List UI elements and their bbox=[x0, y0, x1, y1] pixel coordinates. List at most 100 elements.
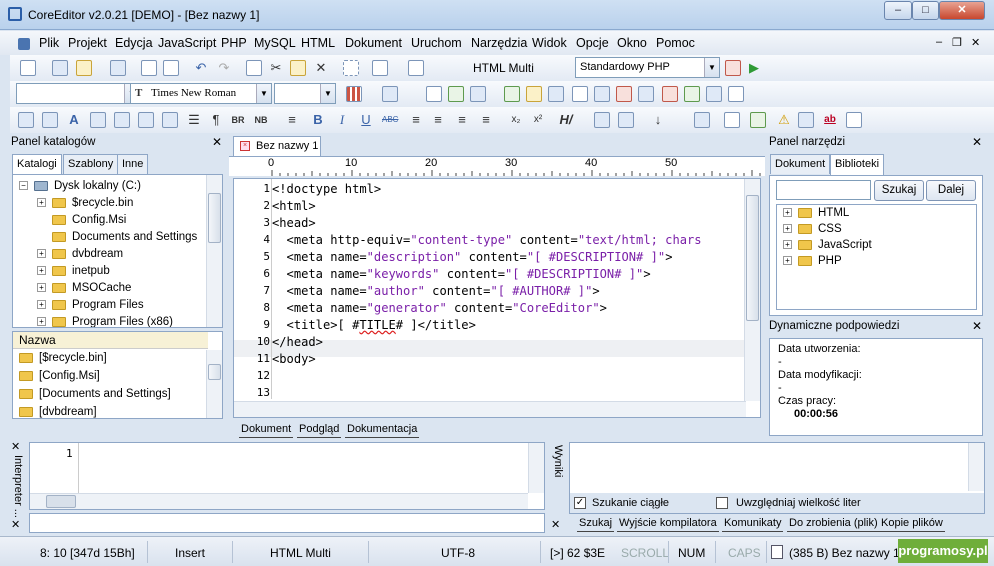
editor-tab[interactable]: × Bez nazwy 1 bbox=[233, 136, 321, 156]
mdi-minimize-icon[interactable]: – bbox=[936, 36, 942, 48]
nbsp-icon[interactable]: NB bbox=[253, 112, 269, 128]
library-item[interactable]: + HTML bbox=[783, 205, 849, 222]
interpreter-editor[interactable]: 1 bbox=[29, 442, 545, 510]
brand-badge[interactable]: programosy.pl bbox=[898, 539, 988, 563]
outdent-icon[interactable] bbox=[408, 60, 424, 76]
tree-item[interactable]: + Program Files (x86) bbox=[37, 314, 173, 327]
tree-item[interactable]: Config.Msi bbox=[37, 212, 126, 229]
file-item[interactable]: [Documents and Settings] bbox=[19, 386, 171, 403]
interpreter-vscrollbar[interactable] bbox=[528, 443, 544, 493]
style-select[interactable]: ▼ bbox=[16, 83, 140, 104]
insert-mode[interactable]: Insert bbox=[175, 546, 205, 560]
expand-icon[interactable]: + bbox=[37, 249, 46, 259]
pilcrow-icon[interactable]: ¶ bbox=[208, 112, 224, 128]
subscript-icon[interactable]: x₂ bbox=[508, 112, 524, 128]
close-icon[interactable]: ✕ bbox=[11, 440, 20, 453]
search-icon[interactable] bbox=[798, 112, 814, 128]
table3-icon[interactable] bbox=[594, 112, 610, 128]
tab-dokument[interactable]: Dokument bbox=[770, 154, 831, 174]
mode-label[interactable]: HTML Multi bbox=[473, 61, 534, 75]
tree-item[interactable]: Documents and Settings bbox=[37, 229, 197, 246]
scroll-thumb[interactable] bbox=[746, 195, 759, 321]
tab-komunikaty[interactable]: Komunikaty bbox=[722, 516, 784, 532]
file-list-scrollbar[interactable] bbox=[206, 350, 222, 418]
close-button[interactable]: ✕ bbox=[939, 1, 985, 20]
continuous-search-checkbox[interactable]: ✓ bbox=[574, 497, 586, 509]
edit-icon[interactable] bbox=[846, 112, 862, 128]
menu-html[interactable]: HTML bbox=[301, 36, 335, 50]
print-icon[interactable] bbox=[163, 60, 179, 76]
expand-icon[interactable]: + bbox=[37, 266, 46, 276]
bold-icon[interactable]: B bbox=[310, 112, 326, 128]
copy-icon[interactable] bbox=[246, 60, 262, 76]
menu-plik[interactable]: Plik bbox=[39, 36, 59, 50]
menu-okno[interactable]: Okno bbox=[617, 36, 647, 50]
tab-szablony[interactable]: Szablony bbox=[63, 154, 119, 174]
select-all-icon[interactable] bbox=[343, 60, 359, 76]
anchor-icon[interactable] bbox=[526, 86, 542, 102]
underline-icon[interactable]: U bbox=[358, 112, 374, 128]
tab-szukaj[interactable]: Szukaj bbox=[577, 516, 615, 532]
image2-icon[interactable] bbox=[42, 112, 58, 128]
list-icon[interactable] bbox=[638, 86, 654, 102]
next-button[interactable]: Dalej bbox=[926, 180, 976, 201]
scroll-thumb[interactable] bbox=[46, 495, 76, 508]
print-preview-icon[interactable] bbox=[141, 60, 157, 76]
cut-icon[interactable]: ✂ bbox=[268, 60, 284, 76]
table2-icon[interactable] bbox=[90, 112, 106, 128]
close-icon[interactable]: ✕ bbox=[972, 134, 982, 150]
interpreter-input[interactable] bbox=[29, 513, 545, 533]
properties-icon[interactable] bbox=[728, 86, 744, 102]
tree-item[interactable]: + Program Files bbox=[37, 297, 144, 314]
font-size-select[interactable]: ▼ bbox=[274, 83, 336, 104]
menu-pomoc[interactable]: Pomoc bbox=[656, 36, 695, 50]
font-select[interactable]: T Times New Roman ▼ bbox=[130, 83, 272, 104]
indent-icon[interactable] bbox=[372, 60, 388, 76]
menu-dokument[interactable]: Dokument bbox=[345, 36, 402, 50]
menu-php[interactable]: PHP bbox=[221, 36, 247, 50]
tab-todo[interactable]: Do zrobienia (plik) bbox=[787, 516, 880, 532]
php-version-select[interactable]: Standardowy PHP ▼ bbox=[575, 57, 720, 78]
file-item[interactable]: [Config.Msi] bbox=[19, 368, 100, 385]
new-file-icon[interactable] bbox=[20, 60, 36, 76]
open-folder-icon[interactable] bbox=[76, 60, 92, 76]
hourglass-icon[interactable] bbox=[725, 60, 741, 76]
form-icon[interactable] bbox=[448, 86, 464, 102]
paragraph-icon[interactable] bbox=[572, 86, 588, 102]
form2-icon[interactable] bbox=[114, 112, 130, 128]
search-button[interactable]: Szukaj bbox=[874, 180, 924, 201]
mdi-close-icon[interactable]: ✕ bbox=[971, 36, 980, 49]
tab-katalogi[interactable]: Katalogi bbox=[12, 154, 62, 175]
tab-inne[interactable]: Inne bbox=[117, 154, 149, 174]
editor-hscrollbar[interactable] bbox=[234, 401, 746, 417]
menu-narzedzia[interactable]: Narzędzia bbox=[471, 36, 527, 50]
interpreter-hscrollbar[interactable] bbox=[30, 493, 528, 509]
menu-uruchom[interactable]: Uruchom bbox=[411, 36, 462, 50]
menu-edycja[interactable]: Edycja bbox=[115, 36, 153, 50]
comment-icon[interactable]: ≡ bbox=[284, 112, 300, 128]
tree-root[interactable]: − Dysk lokalny (C:) bbox=[19, 178, 141, 195]
align-left-icon[interactable]: ≡ bbox=[408, 112, 424, 128]
tab-compiler-output[interactable]: Wyjście kompilatora bbox=[617, 516, 719, 532]
page-icon[interactable] bbox=[426, 86, 442, 102]
tree-item[interactable]: + MSOCache bbox=[37, 280, 131, 297]
spellcheck-icon[interactable]: ab bbox=[822, 112, 838, 128]
file-item[interactable]: [$recycle.bin] bbox=[19, 350, 107, 367]
br-icon[interactable]: BR bbox=[230, 112, 246, 128]
validate-icon[interactable] bbox=[724, 112, 740, 128]
expand-icon[interactable]: + bbox=[783, 240, 792, 250]
tab-dokument[interactable]: Dokument bbox=[239, 422, 294, 438]
scroll-thumb[interactable] bbox=[208, 364, 221, 380]
expand-icon[interactable]: + bbox=[37, 283, 46, 293]
tab-dokumentacja[interactable]: Dokumentacja bbox=[345, 422, 420, 438]
color-icon[interactable] bbox=[616, 86, 632, 102]
library-search-input[interactable] bbox=[776, 180, 871, 200]
font-a-icon[interactable]: A bbox=[66, 112, 82, 128]
tree-item[interactable]: + $recycle.bin bbox=[37, 195, 133, 212]
close-icon[interactable]: ✕ bbox=[551, 518, 560, 531]
expand-icon[interactable]: + bbox=[783, 224, 792, 234]
menu-opcje[interactable]: Opcje bbox=[576, 36, 609, 50]
italic-icon[interactable]: I bbox=[334, 112, 350, 128]
warning-icon[interactable]: ⚠ bbox=[776, 112, 792, 128]
paste-icon[interactable] bbox=[290, 60, 306, 76]
